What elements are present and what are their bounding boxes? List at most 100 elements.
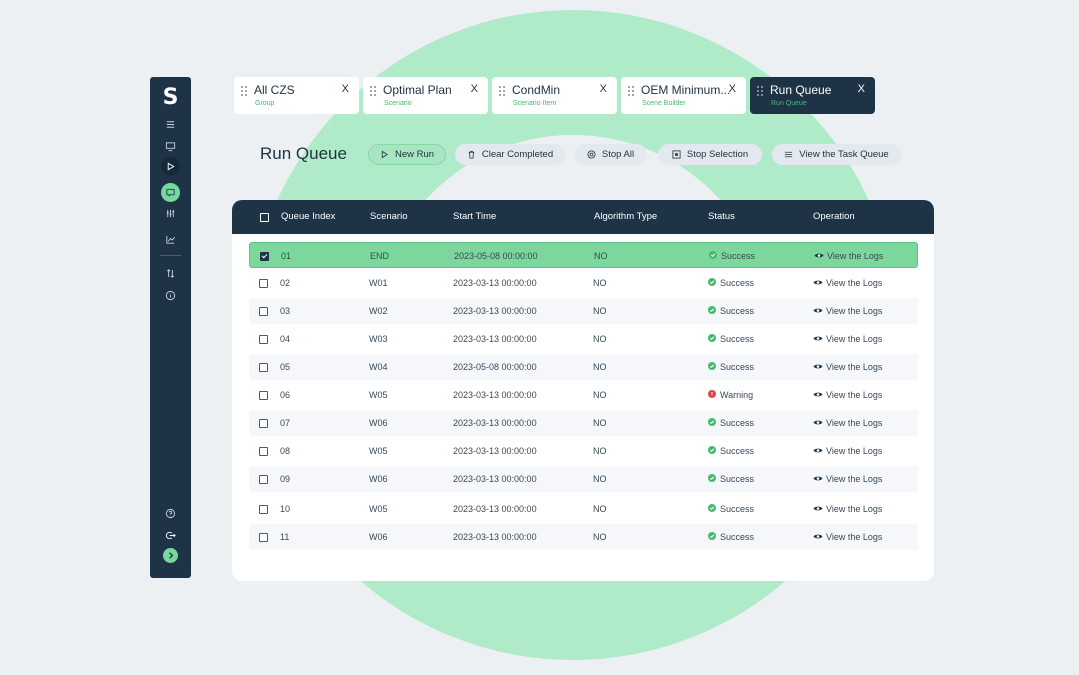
table-row[interactable]: 06 W05 2023-03-13 00:00:00 NO Warning View th… <box>249 382 918 408</box>
eye-icon <box>813 476 823 481</box>
table-row[interactable]: 04 W03 2023-03-13 00:00:00 NO Success View th… <box>249 326 918 352</box>
view-task-queue-button[interactable]: View the Task Queue <box>772 144 901 165</box>
play-icon <box>381 150 388 159</box>
status-text: Success <box>720 418 755 428</box>
list-icon[interactable] <box>161 115 180 134</box>
view-logs-link[interactable]: View the Logs <box>826 306 882 316</box>
monitor-icon[interactable] <box>161 137 180 156</box>
close-tab-button[interactable]: X <box>342 83 349 95</box>
status-text: Warning <box>720 390 754 400</box>
view-logs-link[interactable]: View the Logs <box>826 446 882 456</box>
row-checkbox[interactable] <box>259 363 268 372</box>
eye-icon <box>813 336 823 341</box>
row-checkbox[interactable] <box>259 391 268 400</box>
run-queue-table: Queue Index Scenario Start Time Algorith… <box>232 200 934 581</box>
algorithm-type-cell: NO <box>593 306 607 316</box>
eye-icon <box>813 308 823 313</box>
row-checkbox[interactable] <box>259 447 268 456</box>
play-icon[interactable] <box>161 157 180 176</box>
start-time-cell: 2023-03-13 00:00:00 <box>453 474 537 484</box>
start-time-cell: 2023-03-13 00:00:00 <box>453 418 537 428</box>
tab-condmin[interactable]: CondMin Scenario Item X <box>492 77 617 114</box>
table-row[interactable]: 07 W06 2023-03-13 00:00:00 NO Success View th… <box>249 410 918 436</box>
table-row[interactable]: 11 W06 2023-03-13 00:00:00 NO Success View th… <box>249 524 918 550</box>
tab-oem-minimum[interactable]: OEM Minimum... Scene Builder X <box>621 77 746 114</box>
row-checkbox[interactable] <box>259 335 268 344</box>
queue-index-cell: 02 <box>280 278 291 288</box>
close-tab-button[interactable]: X <box>471 83 478 95</box>
drag-handle-icon[interactable] <box>241 86 247 96</box>
column-header-scenario[interactable]: Scenario <box>370 211 408 222</box>
scenario-cell: W04 <box>369 362 388 372</box>
sort-icon[interactable] <box>161 264 180 283</box>
table-row[interactable]: 05 W04 2023-05-08 00:00:00 NO Success View th… <box>249 354 918 380</box>
table-row[interactable]: 01 END 2023-05-08 00:00:00 NO Success View th… <box>249 242 918 268</box>
column-header-start-time[interactable]: Start Time <box>453 211 496 222</box>
scenario-cell: W05 <box>369 504 388 514</box>
view-logs-link[interactable]: View the Logs <box>826 418 882 428</box>
row-checkbox[interactable] <box>259 475 268 484</box>
success-icon <box>708 334 716 342</box>
close-tab-button[interactable]: X <box>858 83 865 95</box>
info-icon[interactable] <box>161 286 180 305</box>
success-icon <box>708 446 716 454</box>
expand-icon[interactable] <box>163 548 178 563</box>
stop-square-icon <box>672 150 681 159</box>
view-logs-link[interactable]: View the Logs <box>826 334 882 344</box>
view-logs-link[interactable]: View the Logs <box>826 362 882 372</box>
table-row[interactable]: 03 W02 2023-03-13 00:00:00 NO Success View th… <box>249 298 918 324</box>
chat-icon[interactable] <box>161 183 180 202</box>
stop-all-button[interactable]: Stop All <box>574 144 647 165</box>
row-checkbox[interactable] <box>260 252 269 261</box>
close-tab-button[interactable]: X <box>729 83 736 95</box>
drag-handle-icon[interactable] <box>628 86 634 96</box>
view-logs-link[interactable]: View the Logs <box>826 278 882 288</box>
stop-circle-icon <box>587 150 596 159</box>
tab-run-queue[interactable]: Run Queue Run Queue X <box>750 77 875 114</box>
clear-completed-label: Clear Completed <box>481 149 554 160</box>
start-time-cell: 2023-05-08 00:00:00 <box>453 362 537 372</box>
table-row[interactable]: 02 W01 2023-03-13 00:00:00 NO Success View th… <box>249 270 918 296</box>
tab-optimal-plan[interactable]: Optimal Plan Scenario X <box>363 77 488 114</box>
sliders-icon[interactable] <box>161 204 180 223</box>
close-tab-button[interactable]: X <box>600 83 607 95</box>
success-icon <box>709 251 717 259</box>
view-logs-link[interactable]: View the Logs <box>826 504 882 514</box>
logout-icon[interactable] <box>161 526 180 545</box>
column-header-queue-index[interactable]: Queue Index <box>281 211 335 222</box>
start-time-cell: 2023-03-13 00:00:00 <box>453 532 537 542</box>
view-logs-link[interactable]: View the Logs <box>827 251 883 261</box>
view-logs-link[interactable]: View the Logs <box>826 532 882 542</box>
column-header-algorithm-type[interactable]: Algorithm Type <box>594 211 657 222</box>
algorithm-type-cell: NO <box>593 418 607 428</box>
column-header-operation[interactable]: Operation <box>813 211 855 222</box>
status-text: Success <box>720 532 755 542</box>
eye-icon <box>813 506 823 511</box>
chart-icon[interactable] <box>161 230 180 249</box>
column-header-status[interactable]: Status <box>708 211 735 222</box>
row-checkbox[interactable] <box>259 279 268 288</box>
drag-handle-icon[interactable] <box>499 86 505 96</box>
table-row[interactable]: 10 W05 2023-03-13 00:00:00 NO Success View th… <box>249 496 918 522</box>
select-all-checkbox[interactable] <box>260 213 269 222</box>
view-logs-link[interactable]: View the Logs <box>826 474 882 484</box>
tab-all-czs[interactable]: All CZS Group X <box>234 77 359 114</box>
row-checkbox[interactable] <box>259 533 268 542</box>
help-icon[interactable] <box>161 504 180 523</box>
stop-selection-button[interactable]: Stop Selection <box>658 144 762 165</box>
clear-completed-button[interactable]: Clear Completed <box>455 144 565 165</box>
drag-handle-icon[interactable] <box>370 86 376 96</box>
table-header: Queue Index Scenario Start Time Algorith… <box>232 200 934 234</box>
row-checkbox[interactable] <box>259 419 268 428</box>
table-row[interactable]: 09 W06 2023-03-13 00:00:00 NO Success View th… <box>249 466 918 492</box>
tab-subtitle: Run Queue <box>771 100 807 107</box>
row-checkbox[interactable] <box>259 307 268 316</box>
row-checkbox[interactable] <box>259 505 268 514</box>
scenario-cell: END <box>370 251 390 261</box>
page-title: Run Queue <box>260 144 347 163</box>
scenario-cell: W03 <box>369 334 388 344</box>
table-row[interactable]: 08 W05 2023-03-13 00:00:00 NO Success View th… <box>249 438 918 464</box>
new-run-button[interactable]: New Run <box>368 144 446 165</box>
drag-handle-icon[interactable] <box>757 86 763 96</box>
view-logs-link[interactable]: View the Logs <box>826 390 882 400</box>
